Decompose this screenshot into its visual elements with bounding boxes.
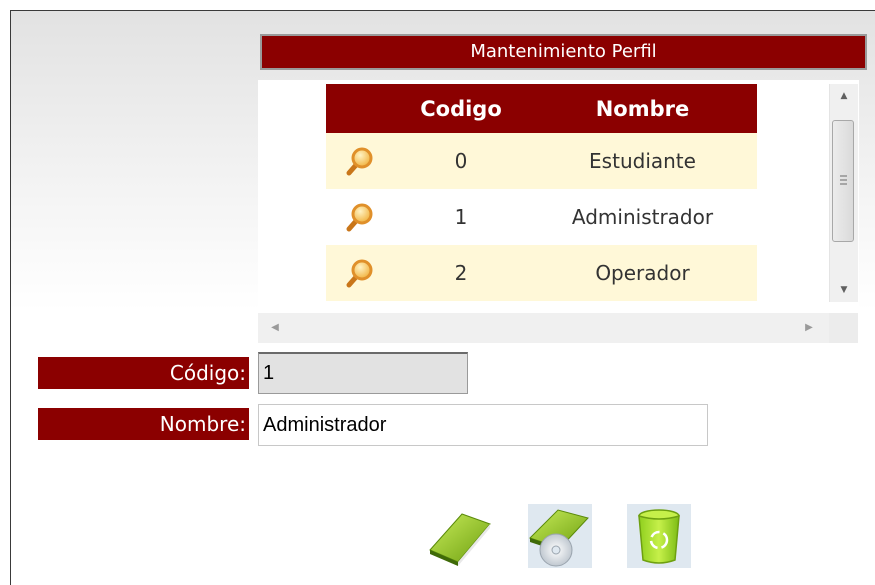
magnifier-icon[interactable] xyxy=(345,202,375,232)
nombre-cell: Estudiante xyxy=(528,133,757,189)
save-button[interactable] xyxy=(528,504,592,568)
column-header-codigo[interactable]: Codigo xyxy=(394,84,528,133)
select-cell xyxy=(326,245,394,301)
scroll-left-arrow-icon[interactable]: ◀ xyxy=(264,313,286,343)
book-icon xyxy=(429,513,491,566)
nombre-cell: Administrador xyxy=(528,189,757,245)
codigo-label: Código: xyxy=(38,357,249,389)
delete-button[interactable] xyxy=(627,504,691,568)
vertical-scrollbar[interactable]: ▲ ▼ xyxy=(829,84,858,302)
grip-icon xyxy=(840,175,847,185)
select-cell xyxy=(326,189,394,245)
column-header-select xyxy=(326,84,394,133)
codigo-cell: 0 xyxy=(394,133,528,189)
codigo-cell: 1 xyxy=(394,189,528,245)
table-row[interactable]: 1 Administrador xyxy=(326,189,757,245)
recycle-bin-icon xyxy=(627,504,691,568)
book-disc-icon xyxy=(528,504,592,568)
nombre-label: Nombre: xyxy=(38,408,249,440)
profile-grid: Codigo Nombre 0 Estudiante 1 Administrad… xyxy=(326,84,757,301)
new-button[interactable] xyxy=(428,504,492,568)
table-row[interactable]: 2 Operador xyxy=(326,245,757,301)
codigo-field[interactable] xyxy=(258,352,468,394)
vertical-scroll-thumb[interactable] xyxy=(832,120,854,242)
codigo-cell: 2 xyxy=(394,245,528,301)
column-header-nombre[interactable]: Nombre xyxy=(528,84,757,133)
grid-header-row: Codigo Nombre xyxy=(326,84,757,133)
scroll-up-arrow-icon[interactable]: ▲ xyxy=(830,86,858,106)
magnifier-icon[interactable] xyxy=(345,146,375,176)
page-title: Mantenimiento Perfil xyxy=(260,34,867,70)
magnifier-icon[interactable] xyxy=(345,258,375,288)
scroll-right-arrow-icon[interactable]: ▶ xyxy=(798,313,820,343)
horizontal-scrollbar[interactable]: ◀ ▶ xyxy=(258,313,858,343)
nombre-cell: Operador xyxy=(528,245,757,301)
select-cell xyxy=(326,133,394,189)
scrollbar-corner xyxy=(829,313,858,343)
nombre-field[interactable] xyxy=(258,404,708,446)
scroll-down-arrow-icon[interactable]: ▼ xyxy=(830,280,858,300)
table-row[interactable]: 0 Estudiante xyxy=(326,133,757,189)
